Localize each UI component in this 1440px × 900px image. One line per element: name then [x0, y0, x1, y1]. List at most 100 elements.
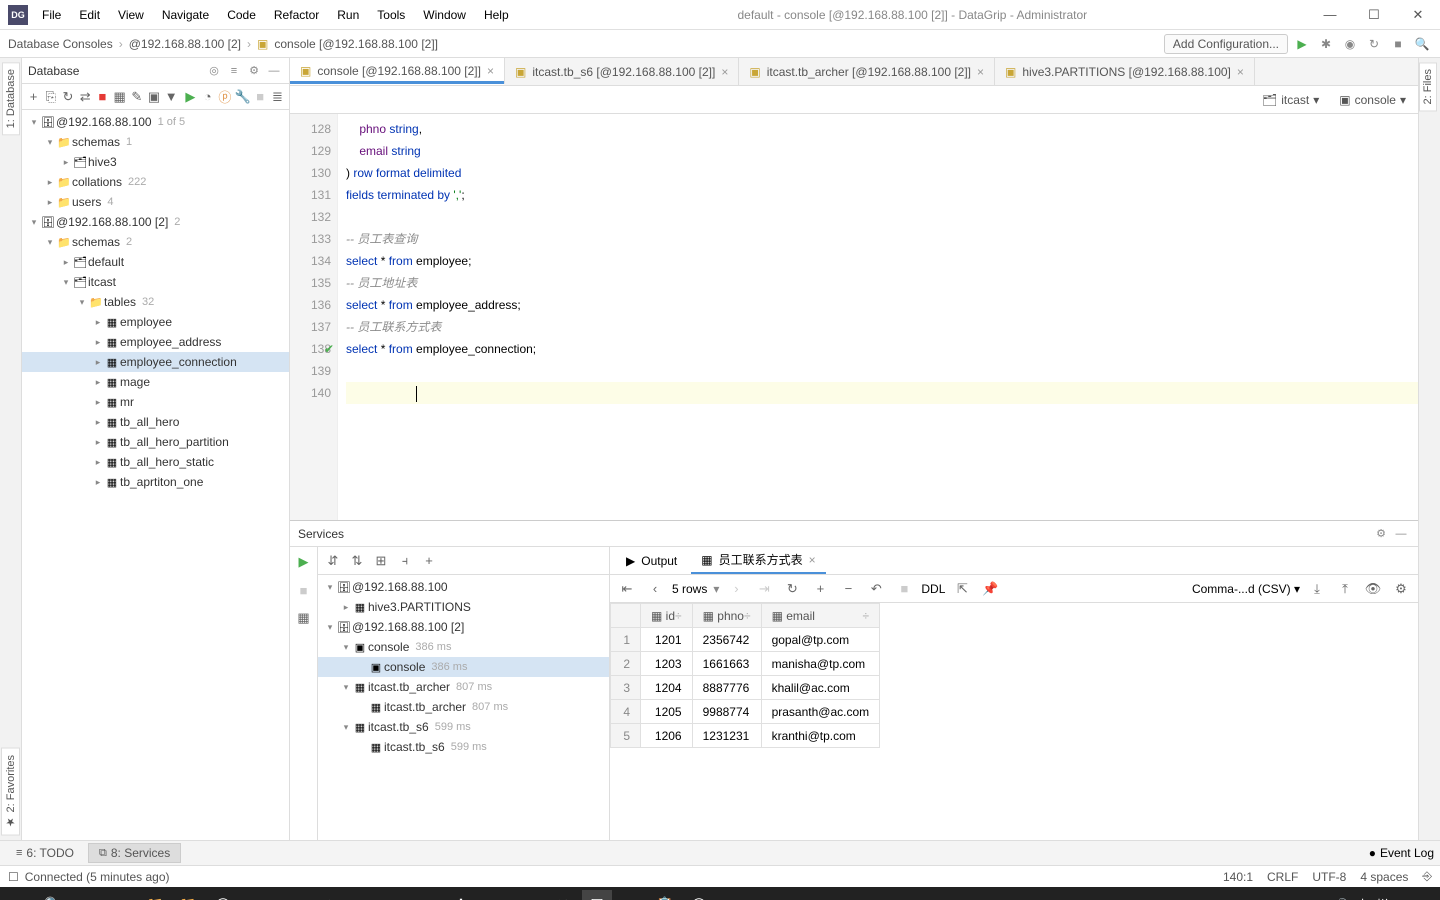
- next-page-icon[interactable]: ›: [725, 578, 747, 600]
- code-editor[interactable]: 128129130131132133134135136137138139140 …: [290, 114, 1418, 520]
- run-icon[interactable]: ▶: [293, 551, 315, 573]
- search-icon[interactable]: 🔍: [38, 890, 68, 900]
- console-picker[interactable]: ▣ console ▾: [1333, 91, 1412, 109]
- expand-icon[interactable]: ⇵: [322, 550, 344, 572]
- hide-icon[interactable]: —: [1392, 525, 1410, 543]
- list-icon[interactable]: ≣: [270, 86, 285, 108]
- tree-row[interactable]: ▾🗄 @192.168.88.100: [318, 577, 609, 597]
- refresh-icon[interactable]: ↻: [781, 578, 803, 600]
- table-row[interactable]: 512061231231kranthi@tp.com: [611, 724, 880, 748]
- tree-row[interactable]: ▸▦ employee_connection: [22, 352, 289, 372]
- start-icon[interactable]: ⊞: [4, 890, 34, 900]
- tree-row[interactable]: ▸▦ mr: [22, 392, 289, 412]
- maximize-button[interactable]: ☐: [1352, 0, 1396, 30]
- app-icon[interactable]: ▦: [616, 890, 646, 900]
- first-page-icon[interactable]: ⇤: [616, 578, 638, 600]
- collapse-icon[interactable]: ⇅: [346, 550, 368, 572]
- split-icon[interactable]: ⫞: [394, 550, 416, 572]
- breadcrumb-item[interactable]: console [@192.168.88.100 [2]]: [274, 37, 438, 51]
- prev-page-icon[interactable]: ‹: [644, 578, 666, 600]
- duplicate-icon[interactable]: ⎘: [43, 86, 58, 108]
- tree-row[interactable]: ▸🗂 hive3: [22, 152, 289, 172]
- stop-icon[interactable]: ■: [293, 579, 315, 601]
- sync-icon[interactable]: ⇄: [78, 86, 93, 108]
- tree-row[interactable]: ▣ console386 ms: [318, 657, 609, 677]
- coverage-icon[interactable]: ◉: [1340, 34, 1360, 54]
- edge-icon[interactable]: ◐: [242, 890, 272, 900]
- remove-row-icon[interactable]: −: [837, 578, 859, 600]
- refresh-icon[interactable]: ↻: [60, 86, 75, 108]
- editor-tab[interactable]: ▣hive3.PARTITIONS [@192.168.88.100]×: [995, 58, 1255, 85]
- app-icon[interactable]: ✕: [548, 890, 578, 900]
- editor-tab[interactable]: ▣itcast.tb_archer [@192.168.88.100 [2]]×: [739, 58, 995, 85]
- close-tab-icon[interactable]: ×: [977, 65, 984, 79]
- rows-label[interactable]: 5 rows: [672, 582, 707, 596]
- filter-icon[interactable]: ▼: [164, 86, 179, 108]
- result-tab[interactable]: ▦ 员工联系方式表 ×: [691, 547, 825, 574]
- word-icon[interactable]: W: [378, 890, 408, 900]
- input-icon[interactable]: 拼: [1377, 896, 1389, 900]
- wrench-icon[interactable]: 🔧: [234, 86, 250, 108]
- event-log-button[interactable]: ● Event Log: [1369, 846, 1434, 860]
- last-page-icon[interactable]: ⇥: [753, 578, 775, 600]
- tree-row[interactable]: ▸🗂 default: [22, 252, 289, 272]
- tree-row[interactable]: ▦ itcast.tb_s6599 ms: [318, 737, 609, 757]
- table-row[interactable]: 212031661663manisha@tp.com: [611, 652, 880, 676]
- menu-edit[interactable]: Edit: [71, 4, 108, 26]
- edit-icon[interactable]: ✎: [129, 86, 144, 108]
- menu-refactor[interactable]: Refactor: [266, 4, 327, 26]
- system-tray[interactable]: ^ 🔊 中 拼 ▣ ☁: [1320, 896, 1436, 900]
- app-icon[interactable]: ◉: [514, 890, 544, 900]
- tree-row[interactable]: ▸📁 users4: [22, 192, 289, 212]
- search-icon[interactable]: 🔍: [1412, 34, 1432, 54]
- tree-row[interactable]: ▾▦ itcast.tb_s6599 ms: [318, 717, 609, 737]
- menu-run[interactable]: Run: [329, 4, 367, 26]
- vscode-icon[interactable]: ≺: [310, 890, 340, 900]
- tree-row[interactable]: ▸▦ employee_address: [22, 332, 289, 352]
- clock-icon[interactable]: ◔: [200, 86, 215, 108]
- tree-row[interactable]: ▸▦ hive3.PARTITIONS: [318, 597, 609, 617]
- commit-icon[interactable]: ■: [893, 578, 915, 600]
- close-button[interactable]: ✕: [1396, 0, 1440, 30]
- menu-view[interactable]: View: [110, 4, 152, 26]
- ime-icon[interactable]: 中: [1357, 896, 1369, 900]
- param-icon[interactable]: ⓟ: [217, 86, 232, 108]
- run-icon[interactable]: ▶: [183, 86, 198, 108]
- folder-icon[interactable]: 📂: [174, 890, 204, 900]
- stop-icon[interactable]: ■: [253, 86, 268, 108]
- tree-row[interactable]: ▾📁 tables32: [22, 292, 289, 312]
- eye-icon[interactable]: 👁: [1362, 578, 1384, 600]
- ddl-button[interactable]: DDL: [921, 582, 945, 596]
- table-icon[interactable]: ▦: [112, 86, 127, 108]
- tree-row[interactable]: ▾📁 schemas1: [22, 132, 289, 152]
- cortana-icon[interactable]: ○: [72, 890, 102, 900]
- app-icon[interactable]: ◆: [412, 890, 442, 900]
- app-icon[interactable]: ✱: [446, 890, 476, 900]
- tree-row[interactable]: ▸▦ tb_aprtiton_one: [22, 472, 289, 492]
- editor-tab[interactable]: ▣itcast.tb_s6 [@192.168.88.100 [2]]×: [505, 58, 739, 85]
- stop-icon[interactable]: ■: [1388, 34, 1408, 54]
- pin-icon[interactable]: 📌: [979, 578, 1001, 600]
- tree-row[interactable]: ▾📁 schemas2: [22, 232, 289, 252]
- close-tab-icon[interactable]: ×: [721, 65, 728, 79]
- indent-status[interactable]: 4 spaces: [1360, 870, 1408, 884]
- profile-icon[interactable]: ↻: [1364, 34, 1384, 54]
- services-tree[interactable]: ▾🗄 @192.168.88.100▸▦ hive3.PARTITIONS▾🗄 …: [318, 575, 609, 840]
- database-tree[interactable]: ▾🗄 @192.168.88.1001 of 5▾📁 schemas1▸🗂 hi…: [22, 110, 289, 840]
- schema-picker[interactable]: 🗂 itcast ▾: [1256, 91, 1325, 109]
- editor-tab[interactable]: ▣console [@192.168.88.100 [2]]×: [290, 58, 505, 85]
- compare-icon[interactable]: ⇱: [951, 578, 973, 600]
- explorer-icon[interactable]: 📁: [140, 890, 170, 900]
- gear-icon[interactable]: ⚙: [245, 62, 263, 80]
- export-format-picker[interactable]: Comma-...d (CSV) ▾: [1192, 582, 1300, 596]
- tool-window-tab-database[interactable]: 1: Database: [2, 62, 20, 135]
- run-icon[interactable]: ▶: [1292, 34, 1312, 54]
- close-tab-icon[interactable]: ×: [1237, 65, 1244, 79]
- group-icon[interactable]: ⊞: [370, 550, 392, 572]
- add-icon[interactable]: +: [26, 86, 41, 108]
- tree-row[interactable]: ▸▦ tb_all_hero: [22, 412, 289, 432]
- pycharm-icon[interactable]: ▦: [344, 890, 374, 900]
- stop-icon[interactable]: ■: [95, 86, 110, 108]
- tool-window-tab-favorites[interactable]: ★ 2: Favorites: [1, 748, 20, 836]
- download-icon[interactable]: ⤓: [1306, 578, 1328, 600]
